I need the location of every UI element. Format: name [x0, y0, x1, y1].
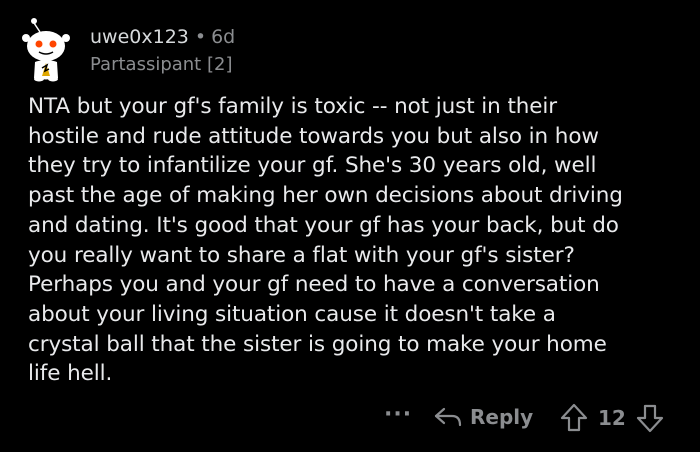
downvote-button[interactable] — [636, 403, 664, 433]
reply-arrow-icon — [434, 407, 462, 427]
user-flair: Partassipant [2] — [90, 54, 233, 75]
comment: uwe0x123 • 6d Partassipant [2] NTA but you… — [0, 0, 700, 452]
reply-label: Reply — [470, 405, 534, 429]
comment-body: NTA but your gf's family is toxic -- not… — [28, 94, 623, 387]
comment-actions: ··· Reply 12 — [0, 400, 700, 436]
more-options-button[interactable]: ··· — [384, 402, 412, 427]
comment-age: 6d — [211, 26, 236, 48]
downvote-arrow-icon — [636, 404, 664, 433]
separator-dot: • — [194, 26, 207, 48]
comment-meta: uwe0x123 • 6d Partassipant [2] — [90, 25, 235, 77]
upvote-button[interactable] — [560, 403, 588, 433]
author-line: uwe0x123 • 6d — [90, 25, 235, 49]
upvote-arrow-icon — [560, 403, 588, 432]
avatar[interactable] — [20, 18, 72, 82]
reply-button[interactable]: Reply — [434, 402, 533, 432]
username[interactable]: uwe0x123 — [90, 26, 189, 48]
vote-score: 12 — [598, 406, 626, 430]
snoo-avatar-icon — [22, 18, 70, 82]
